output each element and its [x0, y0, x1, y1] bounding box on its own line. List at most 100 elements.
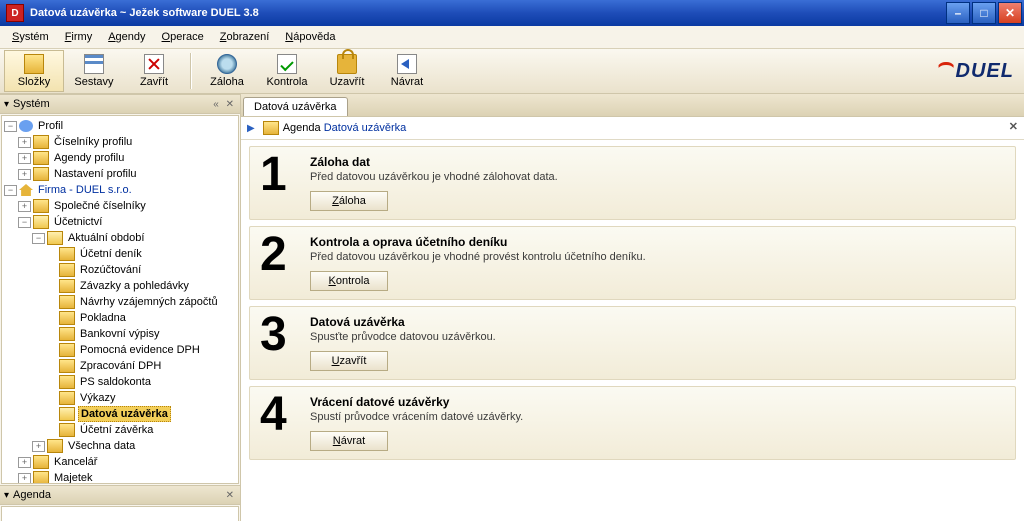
main-area: Datová uzávěrka ▶ Agenda Datová uzávěrka… — [241, 94, 1024, 521]
check-icon — [277, 54, 297, 74]
lock-icon — [337, 54, 357, 74]
agenda-panel-body — [1, 506, 239, 521]
left-panel: ▾ Systém « ✕ −Profil +Číselníky profilu … — [0, 94, 241, 521]
step-desc: Spustí průvodce vrácením datové uzávěrky… — [310, 411, 1005, 423]
breadcrumb-prefix: Agenda — [283, 122, 321, 134]
tb-zaloha[interactable]: Záloha — [197, 50, 257, 92]
collapse-icon: ▾ — [4, 490, 9, 501]
app-icon: D — [6, 4, 24, 22]
system-panel-title: Systém — [13, 98, 50, 110]
step-desc: Spusťte průvodce datovou uzávěrkou. — [310, 331, 1005, 343]
navrat-button[interactable]: Návrat — [310, 431, 388, 451]
folder-icon — [33, 471, 49, 484]
profile-icon — [19, 120, 33, 132]
folder-icon — [59, 263, 75, 277]
step-number: 2 — [260, 235, 310, 275]
folder-icon — [59, 375, 75, 389]
folder-icon — [59, 391, 75, 405]
agenda-panel-header[interactable]: ▾ Agenda ✕ — [0, 485, 240, 505]
step-title: Datová uzávěrka — [310, 315, 1005, 329]
folder-icon — [33, 455, 49, 469]
folder-icon — [59, 343, 75, 357]
tree-item[interactable]: Návrhy vzájemných zápočtů — [4, 294, 236, 310]
folder-open-icon — [33, 215, 49, 229]
menu-firmy[interactable]: Firmy — [57, 29, 101, 45]
folder-icon — [33, 151, 49, 165]
folder-icon — [263, 121, 279, 135]
tree-item[interactable]: Pokladna — [4, 310, 236, 326]
kontrola-button[interactable]: Kontrola — [310, 271, 388, 291]
tree-item[interactable]: PS saldokonta — [4, 374, 236, 390]
titlebar: D Datová uzávěrka ~ Ježek software DUEL … — [0, 0, 1024, 26]
menu-operace[interactable]: Operace — [154, 29, 212, 45]
tree-item-selected[interactable]: Datová uzávěrka — [4, 406, 236, 422]
menu-zobrazeni[interactable]: Zobrazení — [212, 29, 278, 45]
tree-item[interactable]: Pomocná evidence DPH — [4, 342, 236, 358]
tree-item[interactable]: Účetní deník — [4, 246, 236, 262]
folder-icon — [59, 311, 75, 325]
wizard-step-3: 3 Datová uzávěrka Spusťte průvodce datov… — [249, 306, 1016, 380]
tab-datova-uzaverka[interactable]: Datová uzávěrka — [243, 97, 348, 116]
folder-open-icon — [47, 231, 63, 245]
panel-controls[interactable]: « ✕ — [213, 99, 236, 110]
menu-system[interactable]: Systém — [4, 29, 57, 45]
uzavrit-button[interactable]: Uzavřít — [310, 351, 388, 371]
menu-napoveda[interactable]: Nápověda — [277, 29, 343, 45]
step-title: Vrácení datové uzávěrky — [310, 395, 1005, 409]
window-title: Datová uzávěrka ~ Ježek software DUEL 3.… — [30, 7, 946, 19]
folder-icon — [33, 135, 49, 149]
back-icon — [397, 54, 417, 74]
folder-icon — [59, 295, 75, 309]
tb-navrat[interactable]: Návrat — [377, 50, 437, 92]
folder-icon — [59, 279, 75, 293]
menu-agendy[interactable]: Agendy — [100, 29, 153, 45]
folder-open-icon — [59, 407, 75, 421]
step-number: 4 — [260, 395, 310, 435]
folder-icon — [59, 247, 75, 261]
step-title: Kontrola a oprava účetního deníku — [310, 235, 1005, 249]
tb-uzavrit[interactable]: Uzavřít — [317, 50, 377, 92]
breadcrumb-arrow-icon: ▶ — [247, 123, 255, 134]
folder-icon — [59, 423, 75, 437]
close-tab-button[interactable]: ✕ — [1009, 120, 1018, 133]
wizard-step-2: 2 Kontrola a oprava účetního deníku Před… — [249, 226, 1016, 300]
tree-item[interactable]: Bankovní výpisy — [4, 326, 236, 342]
breadcrumb: ▶ Agenda Datová uzávěrka ✕ — [241, 117, 1024, 140]
tree-item[interactable]: Závazky a pohledávky — [4, 278, 236, 294]
tb-zavrit[interactable]: Zavřít — [124, 50, 184, 92]
step-number: 3 — [260, 315, 310, 355]
tree-item[interactable]: Výkazy — [4, 390, 236, 406]
step-title: Záloha dat — [310, 155, 1005, 169]
tb-sestavy[interactable]: Sestavy — [64, 50, 124, 92]
step-number: 1 — [260, 155, 310, 195]
wizard-step-1: 1 Záloha dat Před datovou uzávěrkou je v… — [249, 146, 1016, 220]
close-icon — [144, 54, 164, 74]
agenda-panel-title: Agenda — [13, 489, 51, 501]
list-icon — [84, 54, 104, 74]
brand-logo: ⌢DUEL — [937, 53, 1014, 85]
toolbar: Složky Sestavy Zavřít Záloha Kontrola Uz… — [0, 49, 1024, 94]
folder-icon — [59, 359, 75, 373]
zaloha-button[interactable]: Záloha — [310, 191, 388, 211]
tree-item[interactable]: Rozúčtování — [4, 262, 236, 278]
folder-icon — [47, 439, 63, 453]
tabstrip: Datová uzávěrka — [241, 94, 1024, 117]
tree-view[interactable]: −Profil +Číselníky profilu +Agendy profi… — [1, 115, 239, 484]
collapse-icon: ▾ — [4, 99, 9, 110]
tb-kontrola[interactable]: Kontrola — [257, 50, 317, 92]
maximize-button[interactable]: □ — [972, 2, 996, 24]
tree-item[interactable]: Zpracování DPH — [4, 358, 236, 374]
folder-icon — [33, 167, 49, 181]
close-window-button[interactable]: ✕ — [998, 2, 1022, 24]
panel-controls[interactable]: ✕ — [226, 490, 236, 501]
wizard-content: 1 Záloha dat Před datovou uzávěrkou je v… — [241, 140, 1024, 521]
toolbar-separator — [190, 53, 191, 89]
tb-slozky[interactable]: Složky — [4, 50, 64, 92]
minimize-button[interactable]: – — [946, 2, 970, 24]
tree-item[interactable]: Účetní závěrka — [4, 422, 236, 438]
system-panel-header[interactable]: ▾ Systém « ✕ — [0, 94, 240, 114]
folder-icon — [24, 54, 44, 74]
folder-icon — [33, 199, 49, 213]
breadcrumb-link[interactable]: Datová uzávěrka — [324, 122, 407, 134]
home-icon — [19, 184, 33, 196]
